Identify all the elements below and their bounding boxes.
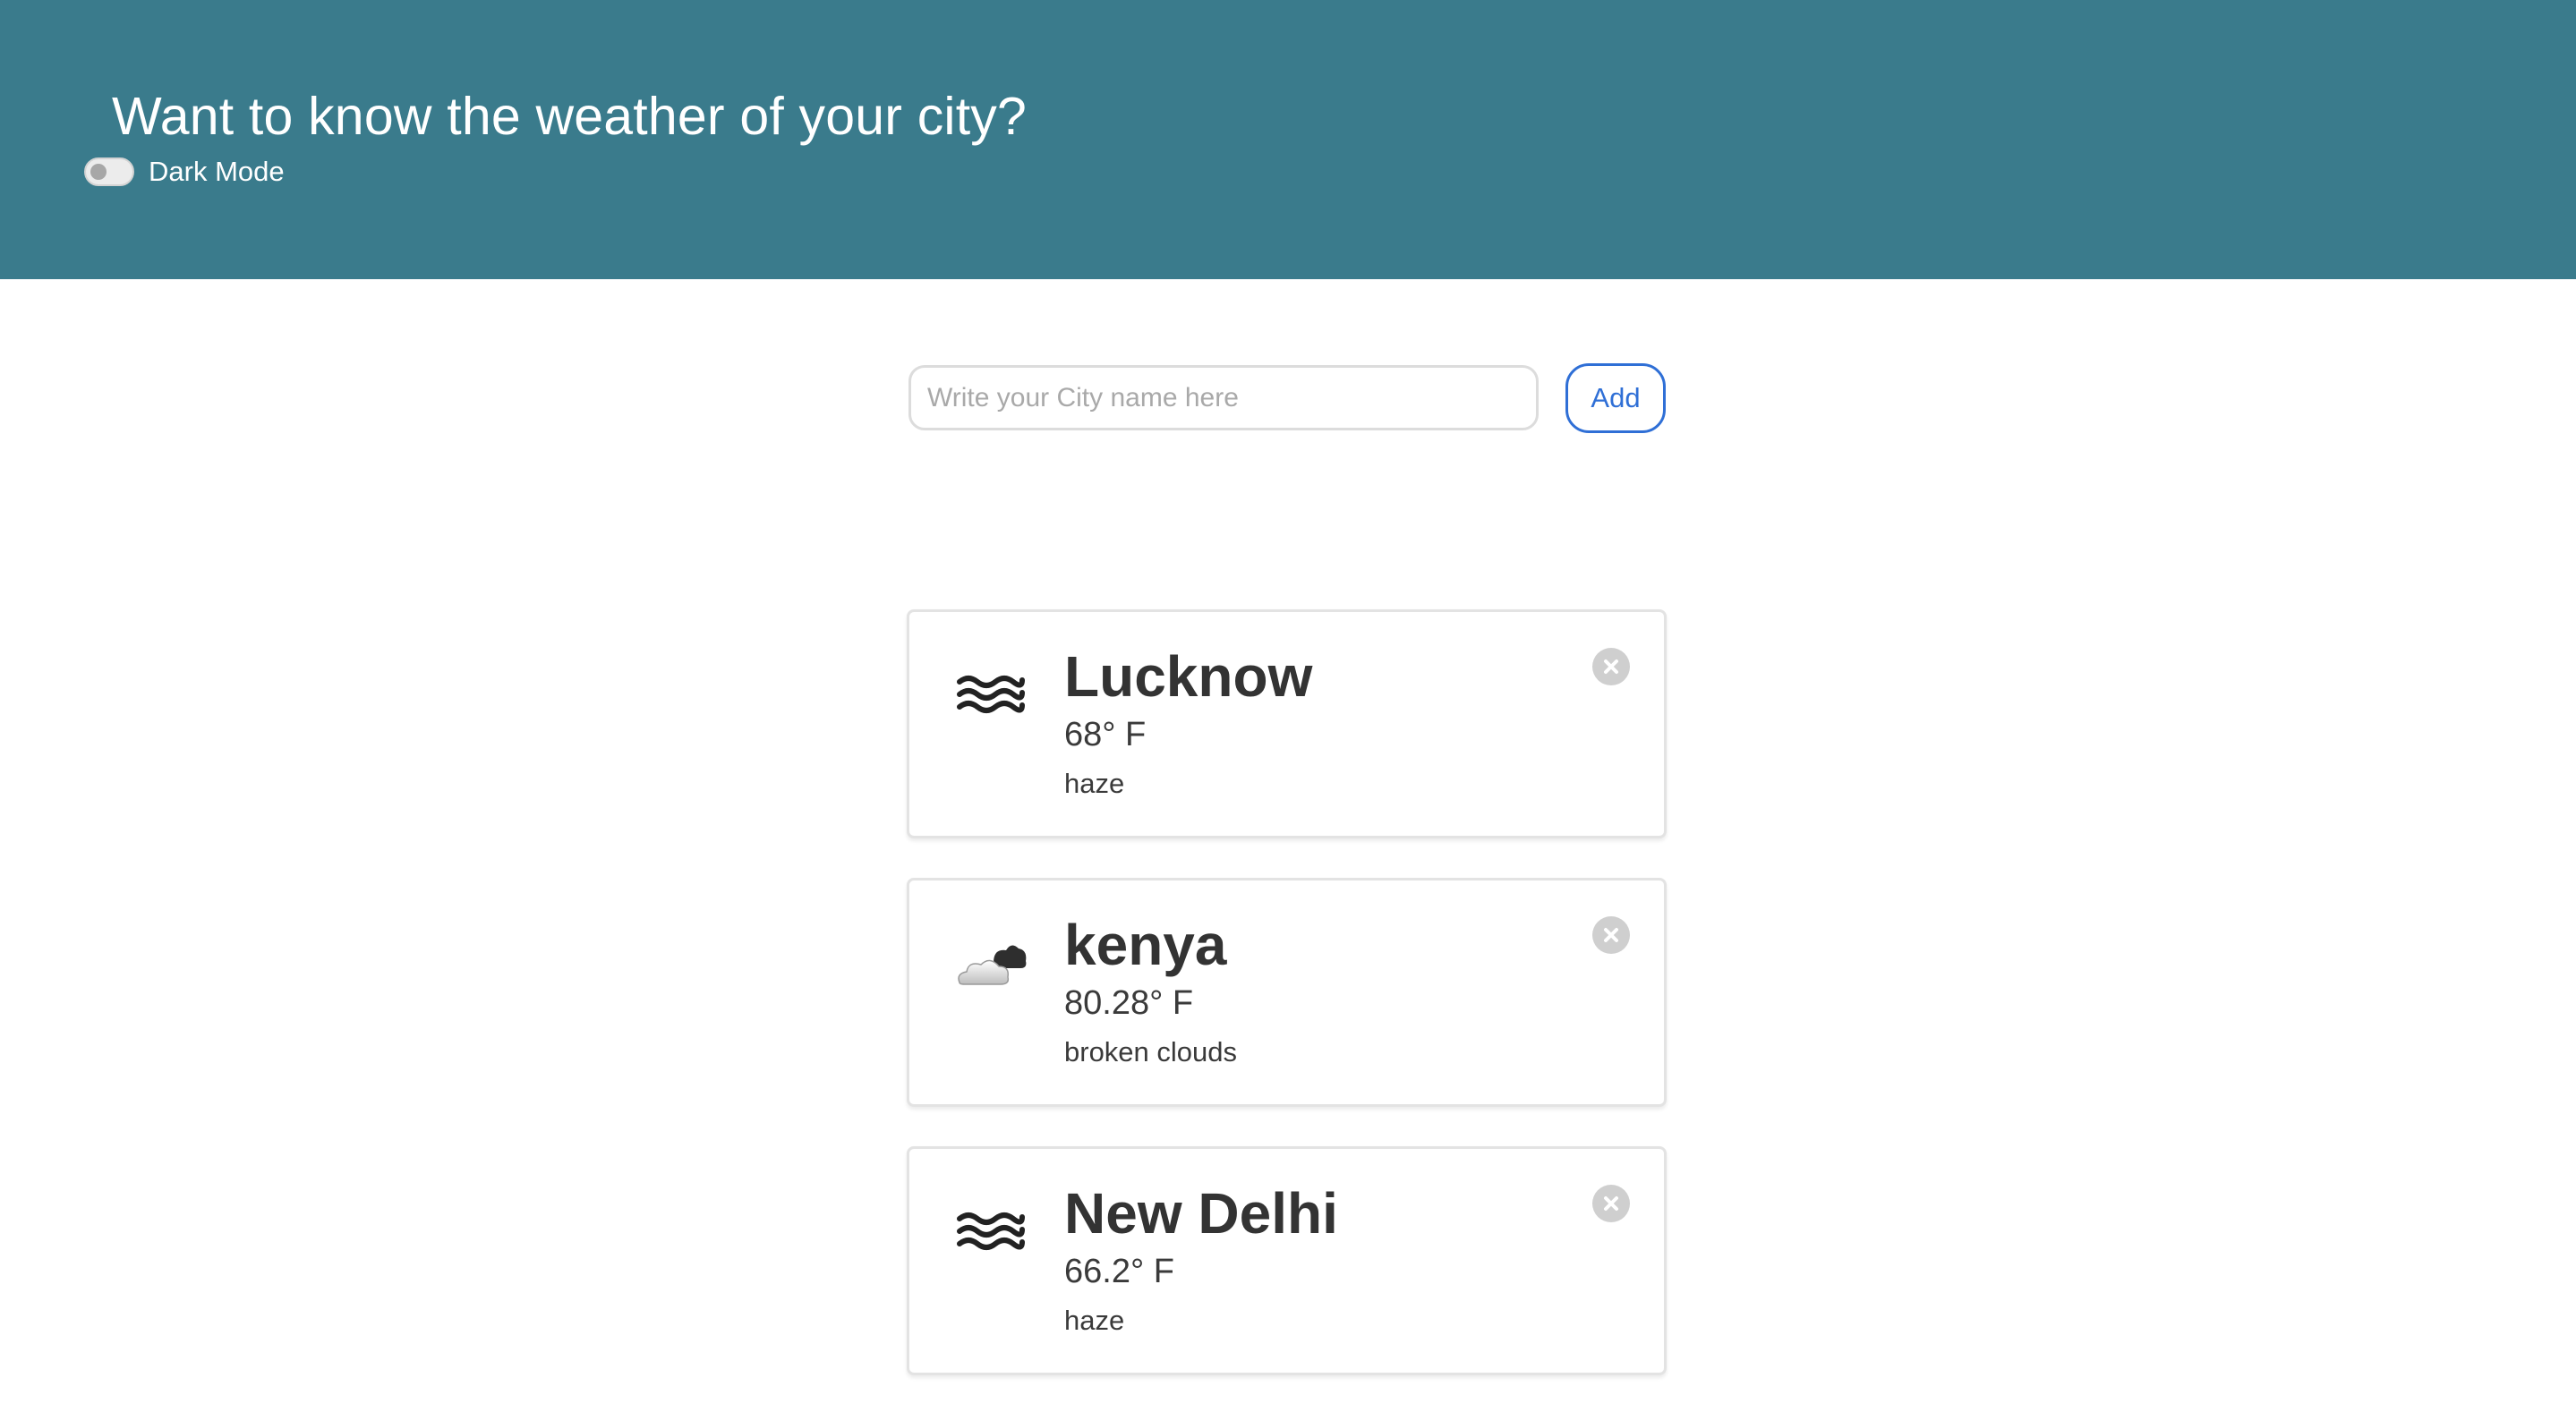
remove-city-icon[interactable] <box>1592 916 1630 954</box>
city-name: kenya <box>1064 913 1227 977</box>
city-name: Lucknow <box>1064 644 1313 709</box>
add-button[interactable]: Add <box>1565 363 1666 433</box>
dark-mode-toggle[interactable] <box>84 157 134 186</box>
page-title: Want to know the weather of your city? <box>112 87 1028 146</box>
city-search-input[interactable] <box>908 365 1539 430</box>
city-name: New Delhi <box>1064 1181 1338 1246</box>
remove-city-icon[interactable] <box>1592 1185 1630 1222</box>
weather-description: broken clouds <box>1064 1036 1238 1068</box>
weather-card: New Delhi 66.2° F haze <box>907 1146 1667 1375</box>
header: Want to know the weather of your city? D… <box>0 0 2576 279</box>
weather-card: Lucknow 68° F haze <box>907 609 1667 838</box>
broken-clouds-icon <box>954 931 1028 995</box>
haze-icon <box>954 662 1028 727</box>
haze-icon <box>954 1199 1028 1263</box>
city-temperature: 68° F <box>1064 716 1147 753</box>
dark-mode-label: Dark Mode <box>149 156 285 187</box>
city-temperature: 66.2° F <box>1064 1253 1174 1290</box>
weather-description: haze <box>1064 1305 1125 1336</box>
city-temperature: 80.28° F <box>1064 984 1194 1022</box>
weather-card: kenya 80.28° F broken clouds <box>907 878 1667 1107</box>
remove-city-icon[interactable] <box>1592 648 1630 685</box>
weather-description: haze <box>1064 768 1125 799</box>
toggle-knob <box>90 164 107 180</box>
